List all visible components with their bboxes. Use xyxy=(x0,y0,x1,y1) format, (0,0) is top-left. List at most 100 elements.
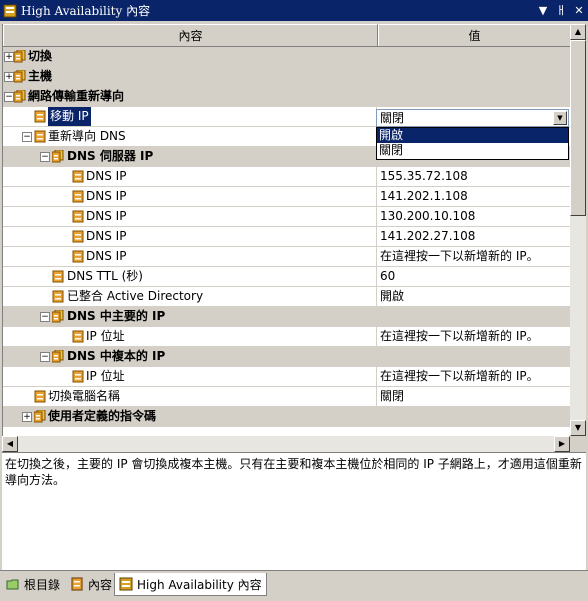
category-row[interactable]: + 主機 xyxy=(3,67,571,87)
property-label: 移動 IP xyxy=(48,107,91,126)
property-name-cell[interactable]: − DNS 中複本的 IP xyxy=(3,347,571,366)
column-header-property[interactable]: 內容 xyxy=(3,24,378,46)
dropdown-list: 開啟 關閉 xyxy=(376,127,569,160)
property-name-cell[interactable]: IP 位址 xyxy=(3,367,377,386)
property-value-cell[interactable]: 關閉 xyxy=(377,387,571,406)
expand-icon[interactable]: + xyxy=(4,72,14,82)
tab-root-directory[interactable]: 根目錄 xyxy=(2,573,64,595)
tab-properties[interactable]: 內容 xyxy=(66,573,116,595)
category-row[interactable]: − DNS 中主要的 IP xyxy=(3,307,571,327)
collapse-icon[interactable]: − xyxy=(40,152,50,162)
close-button[interactable]: ✕ xyxy=(570,3,588,19)
pin-button[interactable]: ㅐ xyxy=(552,3,570,19)
property-name-cell[interactable]: − 網路傳輸重新導向 xyxy=(3,87,571,106)
property-name-cell[interactable]: 移動 IP xyxy=(3,107,377,126)
category-row[interactable]: − 網路傳輸重新導向 xyxy=(3,87,571,107)
property-row[interactable]: 已整合 Active Directory 開啟 xyxy=(3,287,571,307)
property-name-cell[interactable]: + 切換 xyxy=(3,47,571,66)
property-row[interactable]: 切換電腦名稱 關閉 xyxy=(3,387,571,407)
category-row[interactable]: + 切換 xyxy=(3,47,571,67)
property-label: 使用者定義的指令碼 xyxy=(48,409,157,423)
properties-icon xyxy=(71,577,83,591)
property-icon xyxy=(72,230,84,243)
window-titlebar: High Availability 內容 ▼ ㅐ ✕ xyxy=(0,0,588,21)
property-group-icon xyxy=(52,350,64,363)
property-name-cell[interactable]: IP 位址 xyxy=(3,327,377,346)
property-row[interactable]: DNS IP 130.200.10.108 xyxy=(3,207,571,227)
scroll-right-icon[interactable]: ▶ xyxy=(554,436,570,452)
dropdown-option[interactable]: 關閉 xyxy=(377,143,568,158)
property-row[interactable]: IP 位址 在這裡按一下以新增新的 IP。 xyxy=(3,367,571,387)
property-name-cell[interactable]: − DNS 中主要的 IP xyxy=(3,307,571,326)
collapse-icon[interactable]: − xyxy=(22,132,32,142)
property-icon xyxy=(72,210,84,223)
dropdown-option[interactable]: 開啟 xyxy=(377,128,568,143)
property-value-cell[interactable]: 141.202.1.108 xyxy=(377,187,571,206)
property-icon xyxy=(34,130,46,143)
property-name-cell[interactable]: DNS IP xyxy=(3,247,377,266)
scroll-down-icon[interactable]: ▼ xyxy=(570,420,586,436)
window-menu-button[interactable]: ▼ xyxy=(534,3,552,19)
property-name-cell[interactable]: DNS IP xyxy=(3,187,377,206)
category-row[interactable]: − DNS 中複本的 IP xyxy=(3,347,571,367)
property-value-cell[interactable]: 在這裡按一下以新增新的 IP。 xyxy=(377,247,571,266)
property-label: DNS IP xyxy=(86,209,127,223)
property-row[interactable]: DNS IP 141.202.1.108 xyxy=(3,187,571,207)
property-label: 網路傳輸重新導向 xyxy=(28,89,125,103)
property-label: DNS IP xyxy=(86,249,127,263)
property-label: DNS IP xyxy=(86,169,127,183)
property-label: IP 位址 xyxy=(86,369,125,383)
property-row[interactable]: DNS IP 141.202.27.108 xyxy=(3,227,571,247)
description-pane: 在切換之後，主要的 IP 會切換成複本主機。只有在主要和複本主機位於相同的 IP… xyxy=(2,452,586,571)
collapse-icon[interactable]: − xyxy=(40,352,50,362)
collapse-icon[interactable]: − xyxy=(4,92,14,102)
expand-icon[interactable]: + xyxy=(4,52,14,62)
property-label: 主機 xyxy=(28,69,53,83)
property-label: 切換電腦名稱 xyxy=(48,389,121,403)
property-group-icon xyxy=(14,50,26,63)
property-name-cell[interactable]: DNS IP xyxy=(3,207,377,226)
property-name-cell[interactable]: DNS IP xyxy=(3,167,377,186)
property-label: DNS 中複本的 IP xyxy=(67,349,166,363)
property-value-cell[interactable]: 開啟 xyxy=(377,287,571,306)
property-icon xyxy=(72,250,84,263)
chevron-down-icon[interactable]: ▼ xyxy=(553,111,567,125)
property-value-cell[interactable]: 130.200.10.108 xyxy=(377,207,571,226)
property-label: DNS IP xyxy=(86,189,127,203)
folder-icon xyxy=(6,579,19,590)
property-name-cell[interactable]: DNS IP xyxy=(3,227,377,246)
property-name-cell[interactable]: DNS TTL (秒) xyxy=(3,267,377,286)
value-dropdown[interactable]: 關閉 ▼ xyxy=(376,109,569,127)
property-name-cell[interactable]: 切換電腦名稱 xyxy=(3,387,377,406)
property-name-cell[interactable]: + 使用者定義的指令碼 xyxy=(3,407,571,426)
property-value-cell[interactable]: 在這裡按一下以新增新的 IP。 xyxy=(377,327,571,346)
property-value-cell[interactable]: 155.35.72.108 xyxy=(377,167,571,186)
property-value-cell[interactable]: 141.202.27.108 xyxy=(377,227,571,246)
column-header-value[interactable]: 值 xyxy=(378,24,571,46)
window-title: High Availability 內容 xyxy=(21,4,151,18)
property-name-cell[interactable]: 已整合 Active Directory xyxy=(3,287,377,306)
property-icon xyxy=(34,390,46,403)
property-value-cell[interactable]: 在這裡按一下以新增新的 IP。 xyxy=(377,367,571,386)
property-row[interactable]: DNS IP 155.35.72.108 xyxy=(3,167,571,187)
property-row[interactable]: IP 位址 在這裡按一下以新增新的 IP。 xyxy=(3,327,571,347)
property-name-cell[interactable]: − 重新導向 DNS xyxy=(3,127,377,146)
scroll-left-icon[interactable]: ◀ xyxy=(2,436,18,452)
property-value-cell[interactable]: 60 xyxy=(377,267,571,286)
category-row[interactable]: + 使用者定義的指令碼 xyxy=(3,407,571,427)
collapse-icon[interactable]: − xyxy=(40,312,50,322)
scroll-up-icon[interactable]: ▲ xyxy=(570,24,586,40)
property-group-icon xyxy=(52,150,64,163)
property-row[interactable]: DNS TTL (秒) 60 xyxy=(3,267,571,287)
property-icon xyxy=(34,110,46,123)
property-name-cell[interactable]: + 主機 xyxy=(3,67,571,86)
expand-icon[interactable]: + xyxy=(22,412,32,422)
property-label: 重新導向 DNS xyxy=(48,129,126,143)
bottom-tabs: 根目錄 內容 High Availability 內容 xyxy=(0,570,588,601)
property-row[interactable]: DNS IP 在這裡按一下以新增新的 IP。 xyxy=(3,247,571,267)
horizontal-scrollbar[interactable]: ◀ ▶ xyxy=(2,436,570,452)
tab-high-availability-properties[interactable]: High Availability 內容 xyxy=(114,573,267,596)
scroll-thumb[interactable] xyxy=(570,40,586,216)
vertical-scrollbar[interactable]: ▲ ▼ xyxy=(570,24,586,436)
property-group-icon xyxy=(52,310,64,323)
